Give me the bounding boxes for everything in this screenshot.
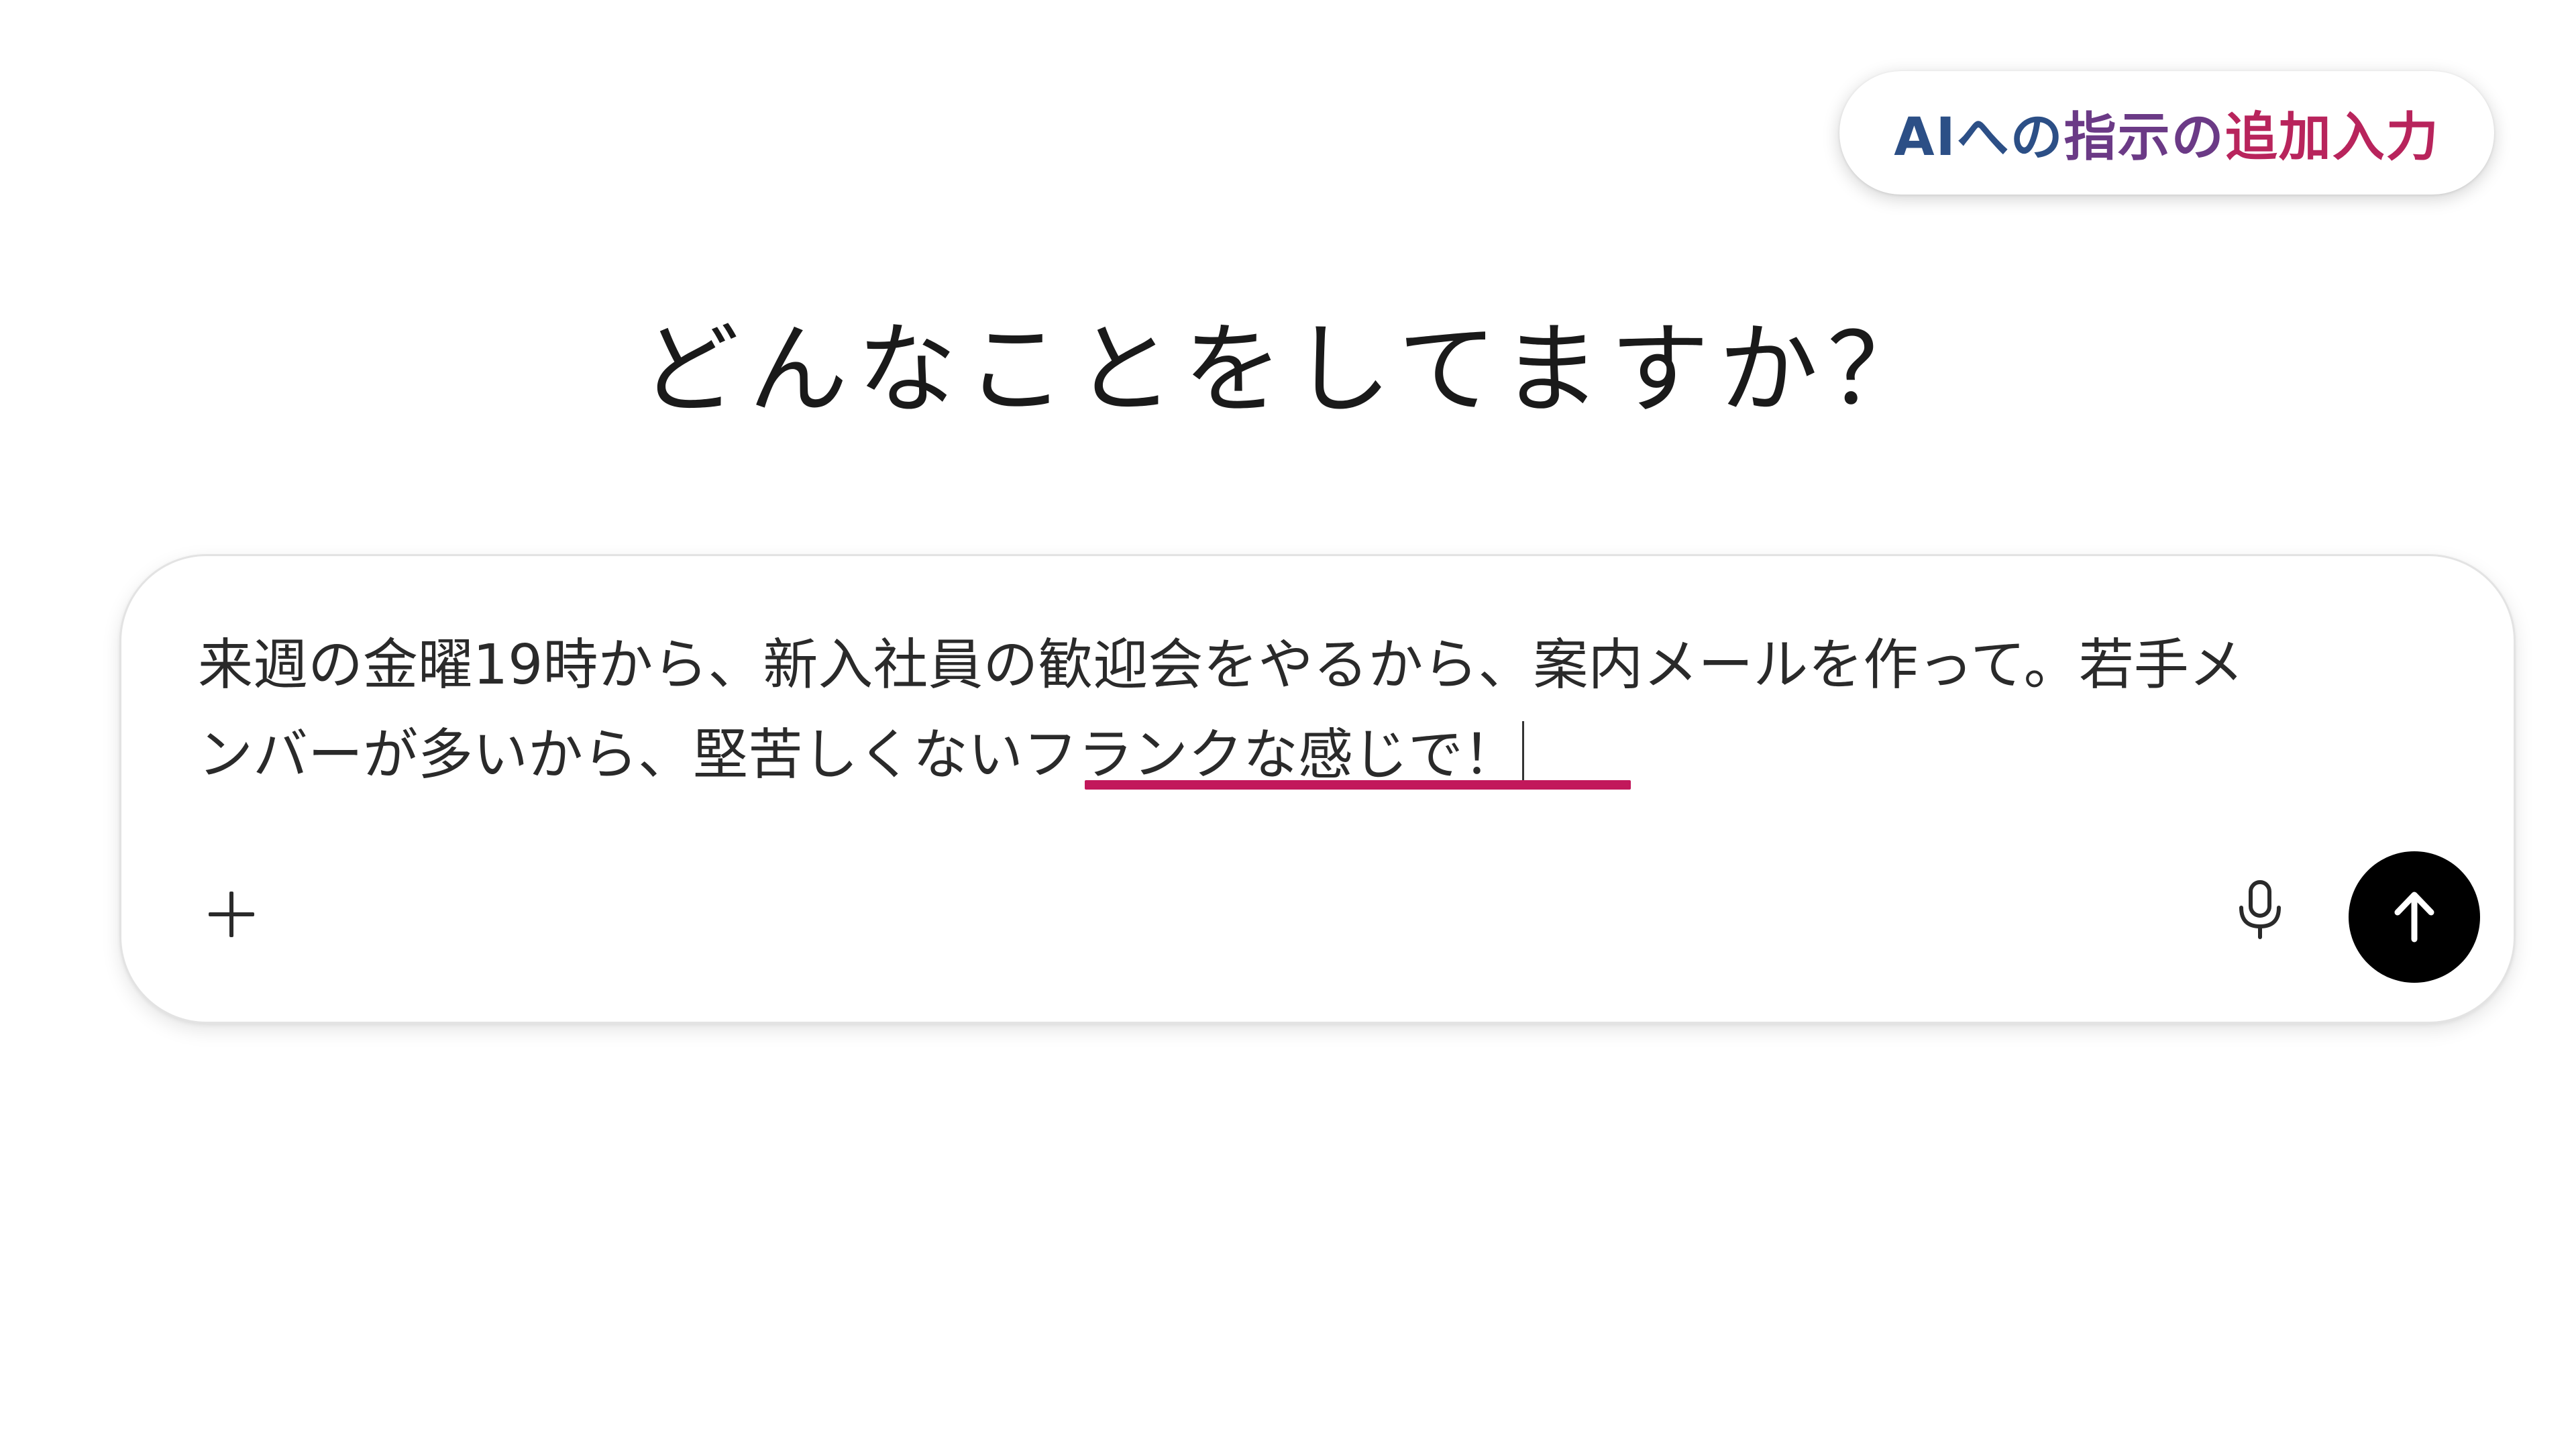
page-heading: どんなことをしてますか？ bbox=[639, 312, 1937, 427]
prompt-input[interactable]: 来週の金曜19時から、新入社員の歓迎会をやるから、案内メールを作って。若手メ ン… bbox=[198, 621, 2492, 800]
caption-badge: AIへの指示の追加入力 bbox=[1839, 71, 2494, 195]
text-caret bbox=[1522, 721, 1525, 783]
highlight-underline bbox=[1085, 780, 1631, 790]
caption-part-3: 追加入力 bbox=[2224, 107, 2440, 168]
caption-part-1: AIへの bbox=[1894, 107, 2064, 168]
send-button[interactable] bbox=[2349, 851, 2480, 983]
caption-part-2: 指示の bbox=[2063, 107, 2225, 168]
prompt-line-2-prefix: ンバーが多いから、堅苦しくない bbox=[198, 723, 1024, 787]
voice-input-button[interactable] bbox=[2220, 870, 2300, 951]
microphone-icon bbox=[2239, 880, 2281, 939]
caption-text: AIへの指示の追加入力 bbox=[1894, 95, 2439, 170]
prompt-composer[interactable]: 来週の金曜19時から、新入社員の歓迎会をやるから、案内メールを作って。若手メ ン… bbox=[119, 554, 2516, 1024]
prompt-highlighted-phrase: フランクな感じで！ bbox=[1023, 723, 1519, 787]
arrow-up-icon bbox=[2394, 892, 2434, 943]
prompt-line-1: 来週の金曜19時から、新入社員の歓迎会をやるから、案内メールを作って。若手メ bbox=[198, 633, 2244, 697]
add-attachment-button[interactable] bbox=[193, 875, 270, 953]
page: AIへの指示の追加入力 どんなことをしてますか？ 来週の金曜19時から、新入社員… bbox=[0, 0, 2576, 1449]
